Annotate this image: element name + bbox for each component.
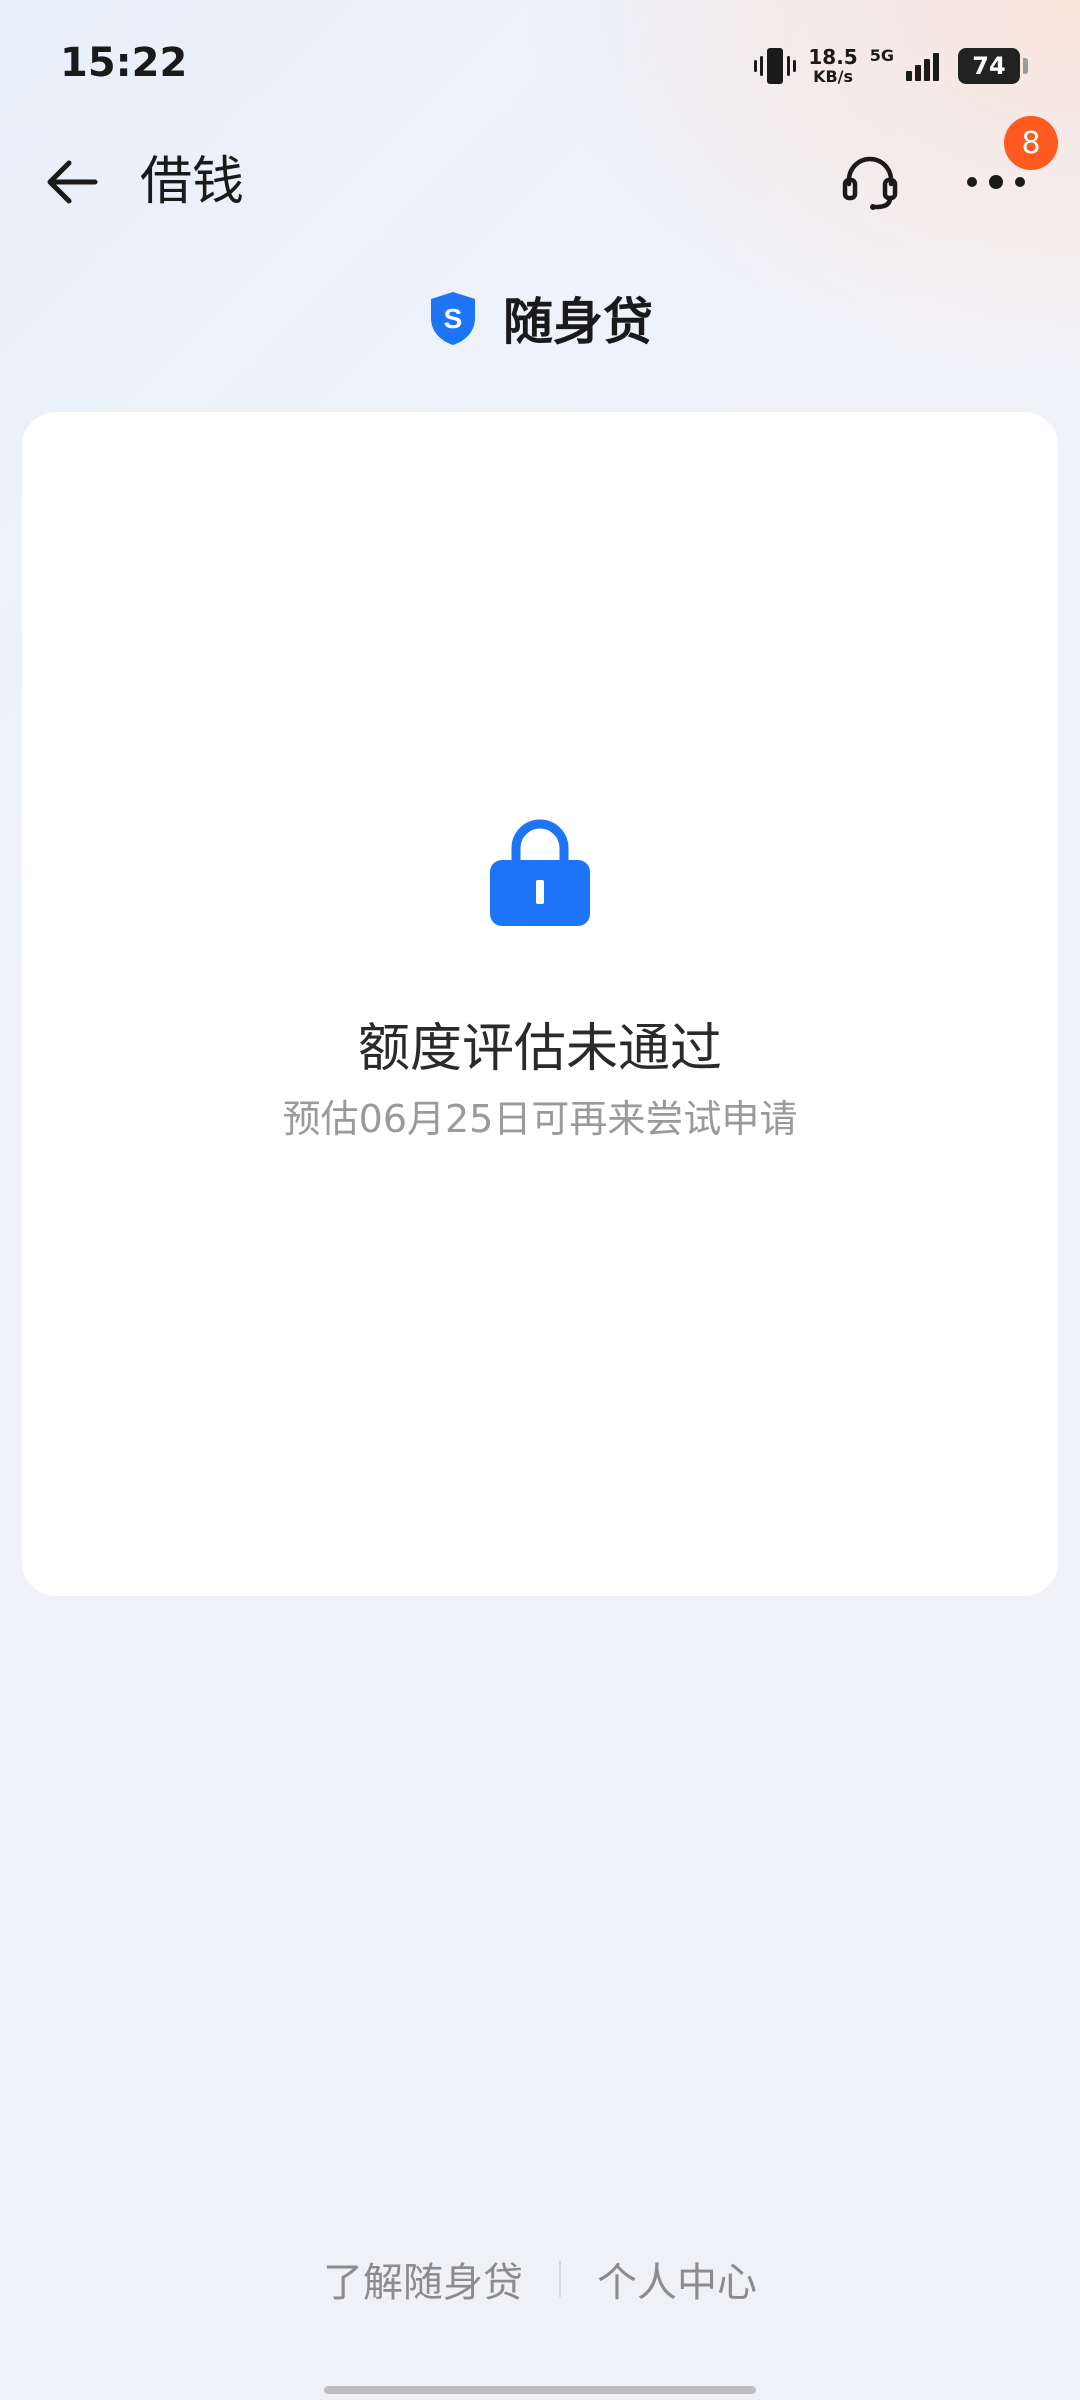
network-speed: 18.5 KB/s: [808, 47, 857, 85]
notification-badge: 8: [1004, 116, 1058, 170]
status-subtitle: 预估06月25日可再来尝试申请: [282, 1097, 798, 1141]
top-nav: 借钱: [0, 130, 1080, 230]
logo-letter: S: [444, 303, 463, 334]
status-title: 额度评估未通过: [357, 1019, 722, 1079]
back-button[interactable]: [40, 150, 104, 214]
link-divider: [559, 2261, 561, 2297]
battery-icon: 74: [958, 48, 1028, 84]
status-indicators: 18.5 KB/s 5G 74: [754, 44, 1028, 88]
network-speed-value: 18.5: [808, 45, 858, 69]
lock-icon: [486, 812, 594, 932]
customer-service-button[interactable]: [836, 148, 904, 216]
network-speed-unit: KB/s: [813, 67, 854, 86]
network-type: 5G: [869, 46, 894, 65]
signal-icon: [906, 51, 946, 81]
status-time: 15:22: [60, 40, 188, 86]
bottom-links: 了解随身贷 个人中心: [0, 2250, 1080, 2308]
vibrate-icon: [754, 46, 797, 86]
product-header: S 随身贷: [0, 286, 1080, 351]
product-name: 随身贷: [503, 293, 653, 351]
more-dots-icon: [967, 175, 1025, 189]
learn-more-link[interactable]: 了解随身贷: [323, 2250, 523, 2308]
shield-logo-icon: S: [427, 290, 479, 346]
page-title: 借钱: [140, 152, 245, 212]
battery-level: 74: [972, 52, 1006, 80]
home-indicator[interactable]: [324, 2386, 756, 2394]
personal-center-link[interactable]: 个人中心: [597, 2250, 757, 2308]
back-arrow-icon: [47, 160, 98, 204]
status-bar: 15:22 18.5 KB/s 5G 74: [0, 0, 1080, 130]
status-card: 额度评估未通过 预估06月25日可再来尝试申请: [22, 412, 1058, 1596]
headset-icon: [842, 156, 898, 210]
